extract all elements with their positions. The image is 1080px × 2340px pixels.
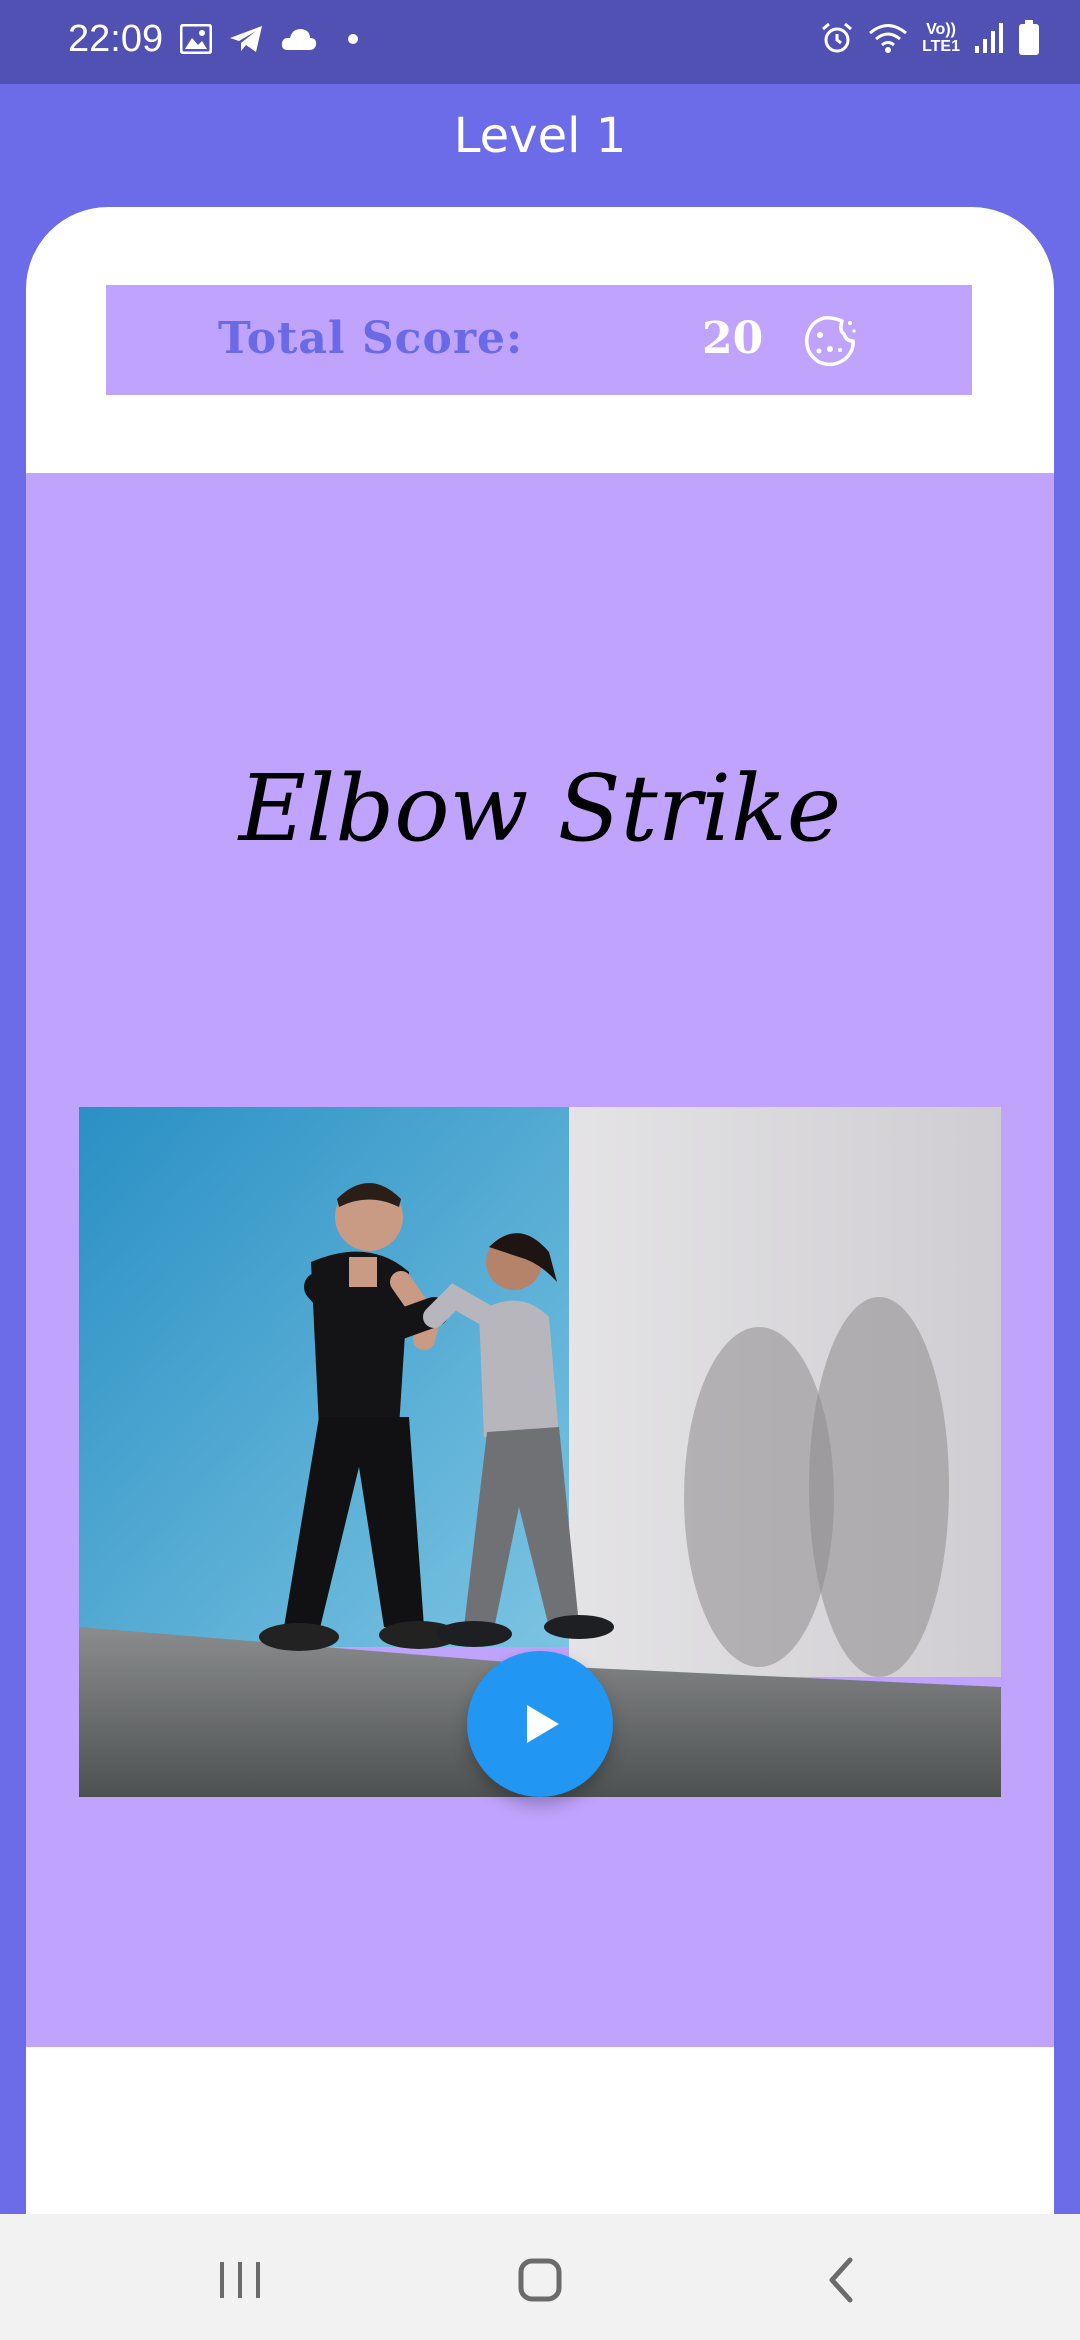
telegram-icon bbox=[230, 26, 262, 52]
home-icon[interactable] bbox=[510, 2250, 570, 2310]
battery-icon bbox=[1019, 20, 1039, 55]
signal-icon bbox=[975, 23, 1003, 53]
system-nav-bar bbox=[0, 2214, 1080, 2340]
volte-bottom-label: LTE1 bbox=[922, 38, 960, 55]
exercise-panel: Elbow Strike bbox=[26, 473, 1054, 2047]
alarm-icon bbox=[822, 22, 853, 53]
status-system-icons: Vo)) LTE1 bbox=[820, 20, 1040, 56]
status-bar: 22:09 Vo)) LTE1 bbox=[0, 0, 1080, 84]
app-bar: Level 1 bbox=[0, 84, 1080, 208]
volte-icon: Vo)) LTE1 bbox=[922, 21, 960, 55]
status-notification-icons bbox=[180, 24, 358, 54]
recents-icon[interactable] bbox=[210, 2250, 270, 2310]
score-panel: Total Score: 20 bbox=[106, 285, 972, 395]
score-value: 20 bbox=[702, 313, 764, 364]
cloud-icon bbox=[281, 29, 317, 50]
status-time: 22:09 bbox=[68, 18, 164, 60]
volte-top-label: Vo)) bbox=[926, 21, 956, 38]
back-icon[interactable] bbox=[812, 2250, 872, 2310]
play-button[interactable] bbox=[467, 1651, 613, 1797]
image-icon bbox=[180, 24, 212, 54]
cookie-icon bbox=[805, 316, 856, 367]
score-label: Total Score: bbox=[218, 313, 524, 364]
play-icon bbox=[527, 1705, 559, 1743]
wifi-icon bbox=[869, 24, 908, 53]
exercise-title: Elbow Strike bbox=[238, 755, 842, 862]
page-title: Level 1 bbox=[453, 108, 627, 164]
main-card: Total Score: 20 Elbow Strike bbox=[26, 207, 1054, 2217]
dot-icon bbox=[348, 34, 358, 44]
